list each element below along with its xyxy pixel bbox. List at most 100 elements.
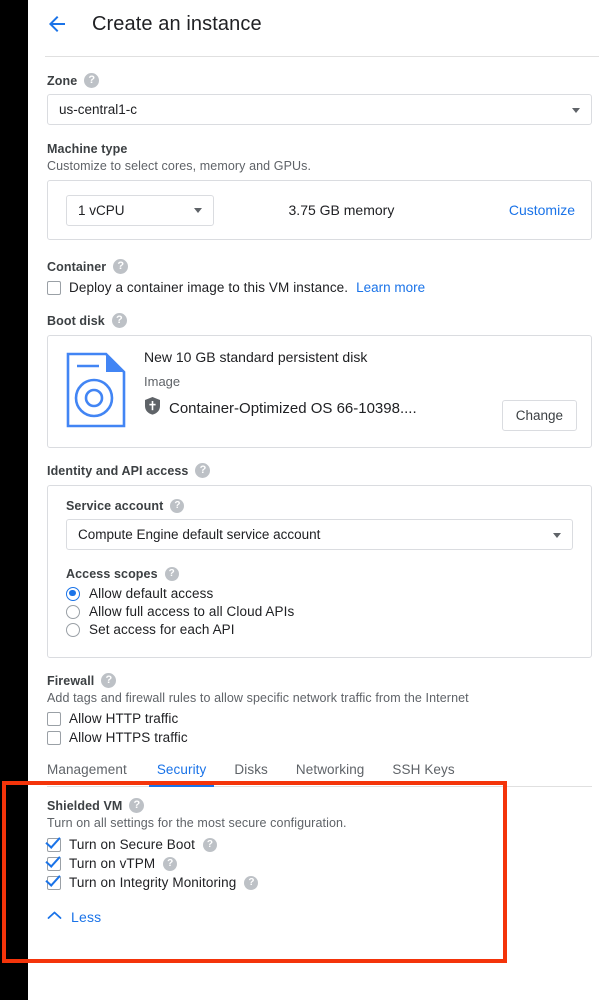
radio-set-access-each-api[interactable] <box>66 622 80 637</box>
disk-icon <box>66 352 126 433</box>
less-toggle-button[interactable]: Less <box>47 908 101 926</box>
identity-card: Service account ? Compute Engine default… <box>47 485 592 658</box>
vcpu-select[interactable]: 1 vCPU <box>66 194 214 226</box>
tab-ssh-keys[interactable]: SSH Keys <box>378 758 468 786</box>
integrity-monitoring-checkbox[interactable] <box>47 875 61 890</box>
shielded-vm-description: Turn on all settings for the most secure… <box>47 816 347 830</box>
access-scope-label: Set access for each API <box>89 622 235 637</box>
shielded-vm-option-row[interactable]: Turn on Secure Boot ? <box>47 837 592 852</box>
help-icon[interactable]: ? <box>195 463 211 478</box>
vtpm-checkbox[interactable] <box>47 856 61 871</box>
access-scope-option[interactable]: Allow full access to all Cloud APIs <box>66 604 573 619</box>
help-icon[interactable]: ? <box>202 837 217 852</box>
chevron-down-icon <box>553 532 561 538</box>
zone-select-value: us-central1-c <box>59 102 138 117</box>
advanced-tabs-section: Management Security Disks Networking SSH… <box>47 758 592 890</box>
allow-https-label: Allow HTTPS traffic <box>69 730 188 745</box>
service-account-label-row: Service account ? <box>66 499 573 513</box>
allow-http-label: Allow HTTP traffic <box>69 711 179 726</box>
firewall-option-row[interactable]: Allow HTTP traffic <box>47 711 592 726</box>
zone-label: Zone <box>47 73 78 88</box>
instance-form: Zone ? us-central1-c Machine type Custom… <box>28 57 611 890</box>
boot-disk-image-row: Container-Optimized OS 66-10398.... <box>144 396 502 420</box>
tab-security[interactable]: Security <box>143 758 221 787</box>
machine-type-card: 1 vCPU 3.75 GB memory Customize <box>47 180 592 240</box>
machine-type-label: Machine type <box>47 142 128 156</box>
secure-boot-checkbox[interactable] <box>47 837 61 852</box>
security-tab-panel: Shielded VM ? Turn on all settings for t… <box>47 787 592 890</box>
arrow-left-icon <box>45 12 69 36</box>
deploy-container-label: Deploy a container image to this VM inst… <box>69 280 349 295</box>
help-icon[interactable]: ? <box>163 856 178 871</box>
chevron-up-icon <box>47 908 62 926</box>
customize-link[interactable]: Customize <box>509 202 575 218</box>
tab-disks[interactable]: Disks <box>220 758 282 786</box>
boot-disk-section: Boot disk ? New 10 GB standard persisten… <box>47 313 592 448</box>
zone-label-row: Zone ? <box>47 73 592 88</box>
zone-section: Zone ? us-central1-c <box>47 73 592 125</box>
access-scope-option[interactable]: Set access for each API <box>66 622 573 637</box>
firewall-label: Firewall <box>47 673 95 688</box>
machine-type-description: Customize to select cores, memory and GP… <box>47 159 312 173</box>
help-icon[interactable]: ? <box>164 567 179 581</box>
access-scope-label: Allow full access to all Cloud APIs <box>89 604 295 619</box>
help-icon[interactable]: ? <box>129 798 145 813</box>
access-scopes-radio-group: Allow default access Allow full access t… <box>66 586 573 637</box>
chevron-down-icon <box>572 107 580 113</box>
allow-http-checkbox[interactable] <box>47 711 61 726</box>
help-icon[interactable]: ? <box>101 673 117 688</box>
boot-disk-image-label: Image <box>144 374 181 389</box>
access-scope-label: Allow default access <box>89 586 214 601</box>
service-account-value: Compute Engine default service account <box>78 527 321 542</box>
deploy-container-checkbox[interactable] <box>47 280 61 295</box>
container-section: Container ? Deploy a container image to … <box>47 259 592 295</box>
tab-networking[interactable]: Networking <box>282 758 379 786</box>
memory-value: 3.75 GB memory <box>288 202 395 218</box>
radio-allow-full-access[interactable] <box>66 604 80 619</box>
create-instance-panel: Create an instance Zone ? us-central1-c … <box>28 0 611 1000</box>
container-checkbox-row[interactable]: Deploy a container image to this VM inst… <box>47 280 592 295</box>
back-arrow-button[interactable] <box>40 7 74 41</box>
service-account-label: Service account <box>66 499 164 513</box>
help-icon[interactable]: ? <box>244 875 259 890</box>
firewall-section: Firewall ? Add tags and firewall rules t… <box>47 673 592 745</box>
page-header: Create an instance <box>28 0 611 48</box>
access-scopes-label-row: Access scopes ? <box>66 567 573 581</box>
service-account-select[interactable]: Compute Engine default service account <box>66 519 573 550</box>
firewall-description: Add tags and firewall rules to allow spe… <box>47 691 469 705</box>
change-boot-disk-button[interactable]: Change <box>501 400 577 431</box>
identity-label-row: Identity and API access ? <box>47 463 592 478</box>
shielded-vm-label: Shielded VM <box>47 798 123 813</box>
help-icon[interactable]: ? <box>84 73 100 88</box>
less-toggle-label: Less <box>71 909 102 925</box>
vtpm-label: Turn on vTPM <box>69 856 156 871</box>
identity-section: Identity and API access ? Service accoun… <box>47 463 592 658</box>
shield-icon <box>144 396 161 420</box>
firewall-label-row: Firewall ? <box>47 673 592 688</box>
access-scope-option[interactable]: Allow default access <box>66 586 573 601</box>
screenshot-root: Create an instance Zone ? us-central1-c … <box>0 0 611 1000</box>
help-icon[interactable]: ? <box>111 313 127 328</box>
boot-disk-image-name: Container-Optimized OS 66-10398.... <box>169 399 417 417</box>
secure-boot-label: Turn on Secure Boot <box>69 837 195 852</box>
container-label: Container <box>47 259 107 274</box>
radio-allow-default-access[interactable] <box>66 586 80 601</box>
identity-label: Identity and API access <box>47 463 189 478</box>
shielded-vm-option-row[interactable]: Turn on vTPM ? <box>47 856 592 871</box>
tab-management[interactable]: Management <box>47 758 143 786</box>
allow-https-checkbox[interactable] <box>47 730 61 745</box>
learn-more-link[interactable]: Learn more <box>356 280 425 295</box>
help-icon[interactable]: ? <box>170 499 185 513</box>
firewall-option-row[interactable]: Allow HTTPS traffic <box>47 730 592 745</box>
tab-bar: Management Security Disks Networking SSH… <box>47 758 592 787</box>
help-icon[interactable]: ? <box>113 259 129 274</box>
boot-disk-details: New 10 GB standard persistent disk Image <box>144 349 502 420</box>
boot-disk-label-row: Boot disk ? <box>47 313 592 328</box>
boot-disk-card: New 10 GB standard persistent disk Image <box>47 335 592 448</box>
boot-disk-label: Boot disk <box>47 313 105 328</box>
vcpu-select-value: 1 vCPU <box>78 202 125 218</box>
zone-select[interactable]: us-central1-c <box>47 94 592 125</box>
page-title: Create an instance <box>92 12 262 35</box>
shielded-vm-option-row[interactable]: Turn on Integrity Monitoring ? <box>47 875 592 890</box>
access-scopes-label: Access scopes <box>66 567 158 581</box>
